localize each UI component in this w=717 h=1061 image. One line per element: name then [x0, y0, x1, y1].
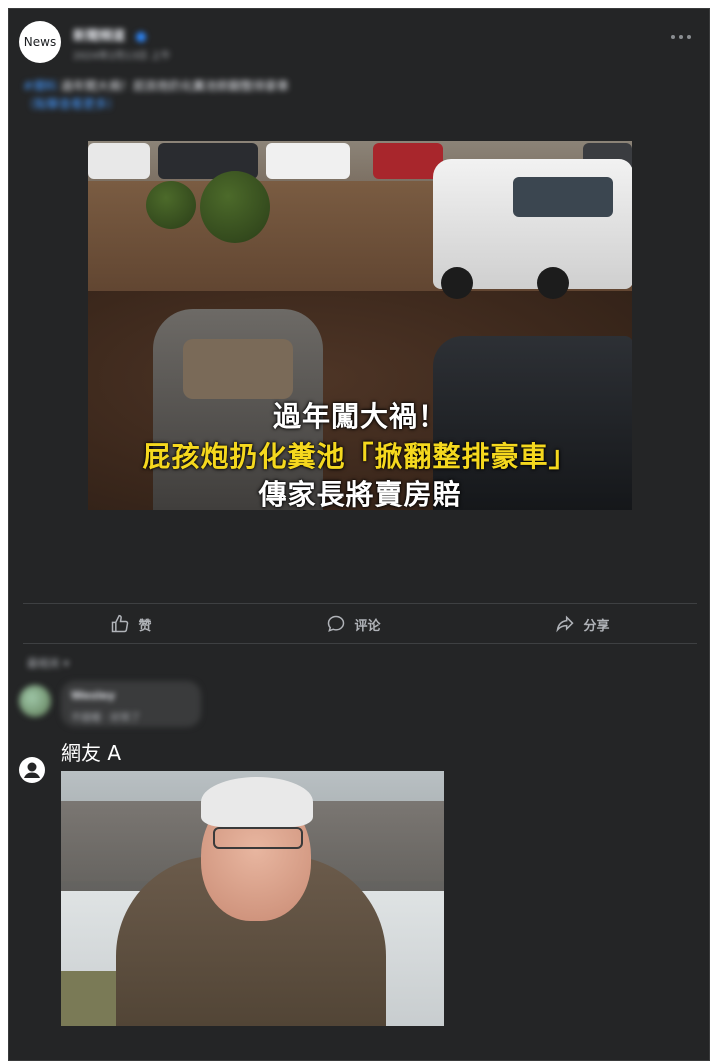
share-label: 分享: [583, 618, 610, 634]
divider: [23, 603, 697, 604]
post-card: News 新聞頻道 2024年2月13日 上午 #爆料 過年闖大禍！屁孩炮扔化糞…: [8, 8, 710, 1061]
caption-hashtag[interactable]: #爆料: [23, 79, 57, 93]
like-label: 赞: [138, 618, 152, 634]
comment-image[interactable]: [61, 771, 444, 1026]
share-arrow-icon: [556, 615, 575, 633]
post-timestamp[interactable]: 2024年2月13日 上午: [73, 47, 171, 62]
like-button[interactable]: 赞: [110, 614, 152, 634]
image-headline-line-1: 過年闖大禍！: [272, 400, 447, 433]
image-headline-line-3: 傳家長將賣房賠: [258, 478, 462, 510]
image-headline-line-2: 屁孩炮扔化糞池「掀翻整排豪車」: [142, 440, 578, 473]
page-avatar[interactable]: News: [19, 21, 61, 63]
commenter-avatar[interactable]: [19, 685, 51, 717]
user-avatar-icon[interactable]: [19, 757, 45, 783]
caption-see-more-link[interactable]: （點擊查看更多）: [23, 97, 119, 111]
commenter-name[interactable]: Wesley: [71, 689, 115, 702]
post-image[interactable]: 過年闖大禍！ 屁孩炮扔化糞池「掀翻整排豪車」 傳家長將賣房賠: [88, 141, 632, 510]
comment-button[interactable]: 评论: [326, 614, 381, 634]
comment-text: 不錯喔 · 好笑了: [71, 713, 141, 724]
share-button[interactable]: 分享: [555, 614, 610, 634]
more-options-icon[interactable]: [671, 35, 691, 41]
commenter-name[interactable]: 網友 A: [61, 737, 121, 766]
caption-text: 過年闖大禍！屁孩炮扔化糞池掀翻整排豪車: [60, 79, 289, 93]
comment-label: 评论: [354, 618, 381, 634]
comment-sort-dropdown[interactable]: 最相关 ▾: [27, 655, 69, 671]
page-name[interactable]: 新聞頻道: [73, 25, 146, 44]
verified-badge-icon: [135, 31, 146, 42]
page-avatar-label: News: [23, 35, 57, 49]
thumbs-up-icon: [112, 614, 129, 633]
page-name-text: 新聞頻道: [73, 29, 126, 44]
comment-bubble-icon: [328, 615, 345, 632]
divider: [23, 643, 697, 644]
post-caption: #爆料 過年闖大禍！屁孩炮扔化糞池掀翻整排豪車 （點擊查看更多）: [23, 77, 583, 113]
action-bar: 赞 评论 分享: [23, 609, 697, 639]
